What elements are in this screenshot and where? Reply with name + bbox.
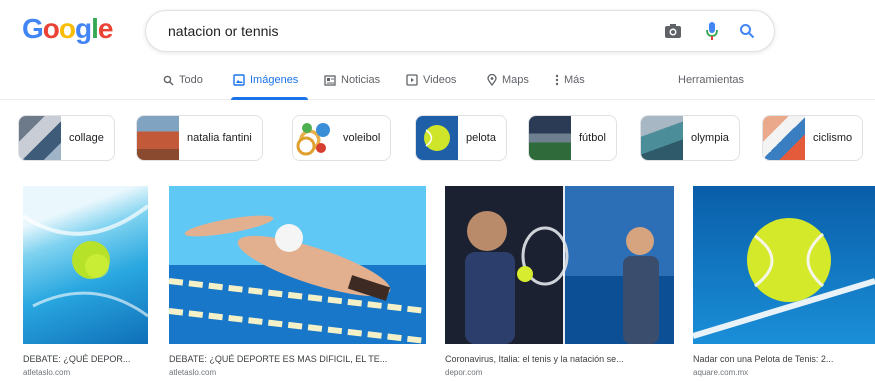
result-caption: Nadar con una Pelota de Tenis: 2... bbox=[693, 354, 834, 364]
more-icon bbox=[555, 74, 559, 86]
logo-letter: g bbox=[75, 13, 92, 44]
tab-videos[interactable]: Videos bbox=[406, 74, 456, 86]
search-tabs: Todo Imágenes Noticias Videos Maps Más H… bbox=[0, 62, 875, 100]
tab-label: Todo bbox=[179, 74, 203, 86]
chip-thumbnail bbox=[293, 116, 335, 160]
chip-futbol[interactable]: fútbol bbox=[528, 115, 617, 161]
header: Google natacion or tennis bbox=[0, 0, 875, 62]
tab-label: Más bbox=[564, 74, 585, 86]
video-icon bbox=[406, 74, 418, 86]
result-caption: DEBATE: ¿QUÉ DEPOR... bbox=[23, 354, 131, 364]
result-image[interactable] bbox=[445, 186, 674, 344]
chip-label: collage bbox=[69, 132, 104, 144]
chip-thumbnail bbox=[529, 116, 571, 160]
chip-collage[interactable]: collage bbox=[18, 115, 115, 161]
chip-label: pelota bbox=[466, 132, 496, 144]
logo-letter: G bbox=[22, 13, 44, 44]
chip-label: olympia bbox=[691, 132, 729, 144]
tab-label: Maps bbox=[502, 74, 529, 86]
search-box[interactable]: natacion or tennis bbox=[145, 10, 775, 52]
tab-todo[interactable]: Todo bbox=[163, 74, 203, 86]
chip-label: ciclismo bbox=[813, 132, 853, 144]
result-caption: DEBATE: ¿QUÉ DEPORTE ES MAS DIFICIL, EL … bbox=[169, 354, 388, 364]
chip-natalia-fantini[interactable]: natalia fantini bbox=[136, 115, 263, 161]
result-source: atletaslo.com bbox=[23, 368, 71, 377]
logo-letter: e bbox=[97, 13, 114, 44]
chip-thumbnail bbox=[641, 116, 683, 160]
google-logo[interactable]: Google bbox=[22, 13, 114, 45]
chip-thumbnail bbox=[763, 116, 805, 160]
map-pin-icon bbox=[487, 74, 497, 86]
tab-label: Videos bbox=[423, 74, 457, 86]
chip-label: natalia fantini bbox=[187, 132, 252, 144]
chip-thumbnail bbox=[416, 116, 458, 160]
mic-icon[interactable] bbox=[701, 20, 723, 42]
result-source: aquare.com.mx bbox=[693, 368, 749, 377]
search-icon[interactable] bbox=[736, 20, 758, 42]
chip-olympia[interactable]: olympia bbox=[640, 115, 740, 161]
result-source: depor.com bbox=[445, 368, 483, 377]
chip-ciclismo[interactable]: ciclismo bbox=[762, 115, 864, 161]
logo-letter: o bbox=[58, 13, 76, 44]
chip-pelota[interactable]: pelota bbox=[415, 115, 507, 161]
tab-label: Imágenes bbox=[250, 74, 299, 86]
tab-label: Noticias bbox=[341, 74, 381, 86]
result-image[interactable] bbox=[693, 186, 875, 344]
related-chips: collage natalia fantini voleibol pelota … bbox=[18, 115, 875, 163]
camera-icon[interactable] bbox=[662, 20, 684, 42]
chip-label: voleibol bbox=[343, 132, 381, 144]
tools-label: Herramientas bbox=[678, 74, 745, 86]
result-source: atletaslo.com bbox=[169, 368, 217, 377]
result-image[interactable] bbox=[169, 186, 426, 344]
tab-mas[interactable]: Más bbox=[555, 74, 585, 86]
chip-voleibol[interactable]: voleibol bbox=[292, 115, 392, 161]
search-icon bbox=[163, 75, 174, 85]
chip-thumbnail bbox=[19, 116, 61, 160]
logo-letter: l bbox=[91, 13, 99, 44]
logo-letter: o bbox=[42, 13, 60, 44]
result-caption: Coronavirus, Italia: el tenis y la natac… bbox=[445, 354, 624, 364]
tools-button[interactable]: Herramientas bbox=[678, 74, 744, 86]
chip-label: fútbol bbox=[579, 132, 606, 144]
tab-noticias[interactable]: Noticias bbox=[324, 74, 380, 86]
active-tab-indicator bbox=[231, 97, 308, 100]
image-icon bbox=[233, 74, 245, 86]
news-icon bbox=[324, 74, 336, 86]
tab-maps[interactable]: Maps bbox=[487, 74, 529, 86]
search-input[interactable]: natacion or tennis bbox=[168, 23, 279, 39]
chip-thumbnail bbox=[137, 116, 179, 160]
tab-imagenes[interactable]: Imágenes bbox=[233, 74, 298, 86]
result-image[interactable] bbox=[23, 186, 148, 344]
